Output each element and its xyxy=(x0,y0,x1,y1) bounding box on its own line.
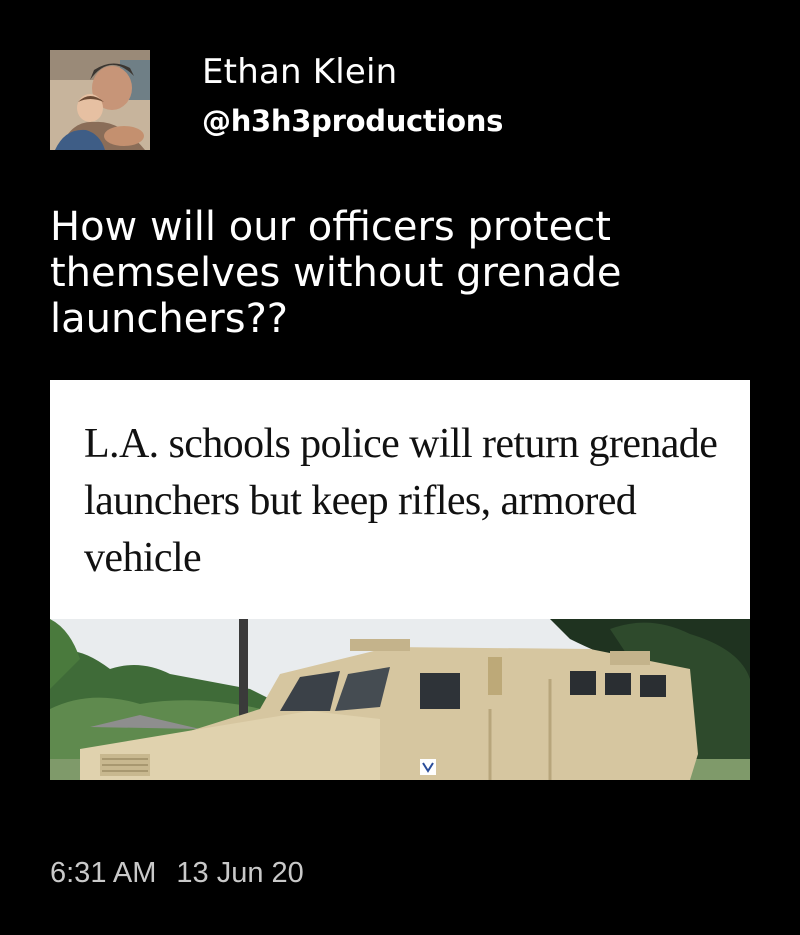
author-handle[interactable]: @h3h3productions xyxy=(202,104,503,138)
avatar-photo xyxy=(50,50,150,150)
tweet-text: How will our officers protect themselves… xyxy=(50,204,622,342)
tweet-date: 13 Jun 20 xyxy=(176,857,304,889)
media-card[interactable]: L.A. schools police will return grenade … xyxy=(50,380,750,780)
avatar[interactable] xyxy=(50,50,150,150)
armored-vehicle-photo xyxy=(50,619,750,780)
author-name[interactable]: Ethan Klein xyxy=(202,52,397,92)
article-headline: L.A. schools police will return grenade … xyxy=(84,421,718,581)
tweet-time: 6:31 AM xyxy=(50,857,157,889)
tweet-timestamp[interactable]: 6:31 AM 13 Jun 20 xyxy=(50,857,304,890)
